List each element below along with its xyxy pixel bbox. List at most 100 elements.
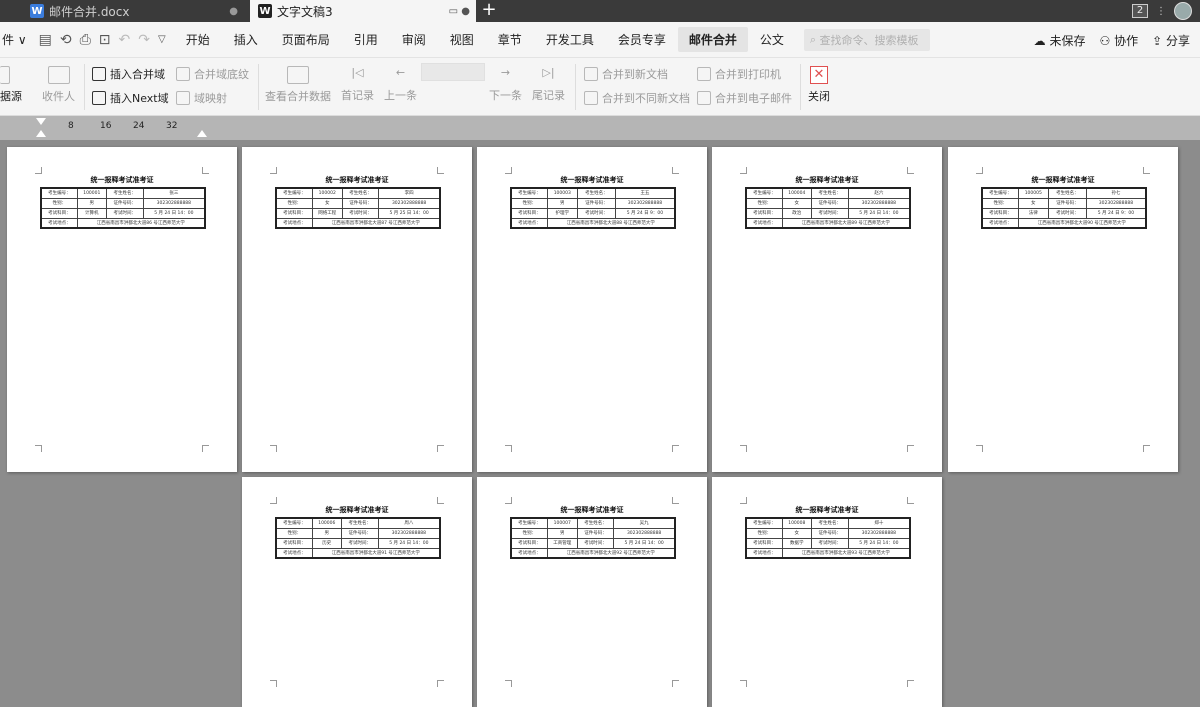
next-arrow-icon: → xyxy=(500,66,511,79)
gender-label: 性别： xyxy=(745,197,783,209)
document-page[interactable]: 统一报释考试准考证 考生编号： 100002 考生姓名： 李四 性别： 女 证件… xyxy=(242,147,472,472)
insert-field-icon xyxy=(92,67,106,81)
subject-label: 考试科目： xyxy=(275,537,313,549)
last-record-button[interactable]: ▷| 尾记录 xyxy=(532,66,565,103)
name-label: 考生姓名： xyxy=(1047,187,1087,199)
prev-record-button[interactable]: ← 上一条 xyxy=(384,66,417,103)
undo-icon[interactable]: ↶ xyxy=(119,32,131,48)
margin-corner-mark xyxy=(505,680,512,687)
redo-icon[interactable]: ↷ xyxy=(138,32,150,48)
subject-value: 政治 xyxy=(781,207,812,219)
place-label: 考试地点： xyxy=(40,217,78,229)
merge-field-shading-button[interactable]: 合并域底纹 xyxy=(176,66,249,82)
margin-corner-mark xyxy=(202,167,209,174)
subject-value: 法律 xyxy=(1017,207,1049,219)
admission-ticket-title: 统一报释考试准考证 xyxy=(325,506,389,514)
collab-label: 协作 xyxy=(1114,33,1139,48)
gender-value: 男 xyxy=(546,527,578,539)
document-page[interactable]: 统一报释考试准考证 考生编号： 100008 考生姓名： 郑十 性别： 女 证件… xyxy=(712,477,942,707)
wps-writer-icon: W xyxy=(30,4,44,18)
menu-review[interactable]: 审阅 xyxy=(390,31,438,48)
time-label: 考试时间： xyxy=(576,207,616,219)
document-page[interactable]: 统一报释考试准考证 考生编号： 100006 考生姓名： 周八 性别： 男 证件… xyxy=(242,477,472,707)
document-page[interactable]: 统一报释考试准考证 考生编号： 100001 考生姓名： 张三 性别： 男 证件… xyxy=(7,147,237,472)
window-count-badge[interactable]: 2 xyxy=(1132,4,1148,18)
collaborate-button[interactable]: ⚇ 协作 xyxy=(1099,32,1138,49)
name-label: 考生姓名： xyxy=(341,187,380,199)
menu-official-doc[interactable]: 公文 xyxy=(748,31,796,48)
view-merged-data-button[interactable]: 查看合并数据 xyxy=(265,66,331,104)
time-value: 5 月 24 日 14：00 xyxy=(142,207,206,219)
name-label: 考生姓名： xyxy=(576,517,615,529)
menu-insert[interactable]: 插入 xyxy=(222,31,270,48)
unsaved-button[interactable]: ☁ 未保存 xyxy=(1034,32,1086,49)
place-value: 江西省南昌市洪都北大道86 号江西师范大学 xyxy=(76,217,206,229)
more-icon[interactable]: ⋮ xyxy=(1156,6,1166,17)
print-preview-icon[interactable]: ⊡ xyxy=(99,32,111,48)
margin-corner-mark xyxy=(505,497,512,504)
document-page[interactable]: 统一报释考试准考证 考生编号： 100003 考生姓名： 王五 性别： 男 证件… xyxy=(477,147,707,472)
place-label: 考试地点： xyxy=(745,217,783,229)
merge-to-printer-button[interactable]: 合并到打印机 xyxy=(697,66,781,82)
share-button[interactable]: ⇪ 分享 xyxy=(1152,32,1190,49)
menu-sections[interactable]: 章节 xyxy=(486,31,534,48)
recipients-button[interactable]: 收件人 xyxy=(42,66,75,104)
ruler-tick: 24 xyxy=(133,121,145,131)
insert-next-field-button[interactable]: 插入Next域 xyxy=(92,90,169,106)
first-line-indent-marker[interactable] xyxy=(36,118,46,125)
new-tab-plus-icon[interactable]: + xyxy=(478,0,500,22)
save-icon[interactable]: ▤ xyxy=(39,32,52,48)
margin-corner-mark xyxy=(202,445,209,452)
admission-ticket-title: 统一报释考试准考证 xyxy=(1031,176,1095,184)
admission-ticket-title: 统一报释考试准考证 xyxy=(560,506,624,514)
document-page[interactable]: 统一报释考试准考证 考生编号： 100004 考生姓名： 赵六 性别： 女 证件… xyxy=(712,147,942,472)
merge-shading-label: 合并域底纹 xyxy=(194,68,249,81)
place-value: 江西省南昌市洪都北大道90 号江西师范大学 xyxy=(1017,217,1147,229)
menu-view[interactable]: 视图 xyxy=(438,31,486,48)
admission-ticket-table: 考生编号： 100006 考生姓名： 周八 性别： 男 证件号码： 302302… xyxy=(275,517,441,559)
command-search-input[interactable]: ⌕ 查找命令、搜索模板 xyxy=(803,28,930,51)
ruler-tick: 16 xyxy=(100,121,112,131)
document-page[interactable]: 统一报释考试准考证 考生编号： 100007 考生姓名： 吴九 性别： 男 证件… xyxy=(477,477,707,707)
exam-no-label: 考生编号： xyxy=(275,187,313,199)
name-label: 考生姓名： xyxy=(576,187,616,199)
field-mapping-button[interactable]: 域映射 xyxy=(176,90,227,106)
merge-to-new-doc-button[interactable]: 合并到新文档 xyxy=(584,66,668,82)
admission-ticket-table: 考生编号： 100001 考生姓名： 张三 性别： 男 证件号码： 302302… xyxy=(40,187,206,229)
insert-next-icon xyxy=(92,91,106,105)
tab-screen-icon[interactable]: ▭ ● xyxy=(449,6,470,17)
menu-developer[interactable]: 开发工具 xyxy=(534,31,606,48)
exam-no-value: 100008 xyxy=(781,517,812,529)
format-painter-icon[interactable]: ⟲ xyxy=(60,32,72,48)
print-icon[interactable]: ⎙ xyxy=(80,32,91,48)
envelope-icon xyxy=(47,66,70,84)
datasource-label: 据源 xyxy=(0,90,22,103)
menu-page-layout[interactable]: 页面布局 xyxy=(270,31,342,48)
right-indent-marker[interactable] xyxy=(197,130,207,137)
insert-merge-field-button[interactable]: 插入合并域 xyxy=(92,66,165,82)
user-avatar[interactable] xyxy=(1174,2,1192,20)
subject-value: 计算机 xyxy=(76,207,107,219)
close-mail-merge-button[interactable]: ✕ 关闭 xyxy=(808,66,830,104)
subject-value: 历史 xyxy=(311,537,342,549)
menu-references[interactable]: 引用 xyxy=(342,31,390,48)
document-canvas[interactable]: 统一报释考试准考证 考生编号： 100001 考生姓名： 张三 性别： 男 证件… xyxy=(0,140,1200,707)
customize-dropdown-icon[interactable]: ▽ xyxy=(158,34,166,45)
margin-corner-mark xyxy=(976,445,983,452)
file-menu[interactable]: 件 ∨ xyxy=(0,31,31,48)
open-datasource-button[interactable]: 据源 xyxy=(0,66,22,104)
document-page[interactable]: 统一报释考试准考证 考生编号： 100005 考生姓名： 孙七 性别： 女 证件… xyxy=(948,147,1178,472)
gender-label: 性别： xyxy=(981,197,1019,209)
merge-to-email-button[interactable]: 合并到电子邮件 xyxy=(697,90,792,106)
first-record-button[interactable]: |◁ 首记录 xyxy=(341,66,374,103)
merge-to-diff-docs-button[interactable]: 合并到不同新文档 xyxy=(584,90,690,106)
gender-value: 女 xyxy=(781,197,812,209)
next-record-button[interactable]: → 下一条 xyxy=(489,66,522,103)
hanging-indent-marker[interactable] xyxy=(36,130,46,137)
tab-document-3[interactable]: W 文字文稿3 ▭ ● xyxy=(250,0,476,22)
menu-home[interactable]: 开始 xyxy=(174,31,222,48)
tab-mail-merge-docx[interactable]: W 邮件合并.docx ● xyxy=(24,0,244,22)
menu-mail-merge[interactable]: 邮件合并 xyxy=(677,27,748,52)
menu-member[interactable]: 会员专享 xyxy=(606,31,678,48)
record-number-input[interactable] xyxy=(421,63,485,81)
